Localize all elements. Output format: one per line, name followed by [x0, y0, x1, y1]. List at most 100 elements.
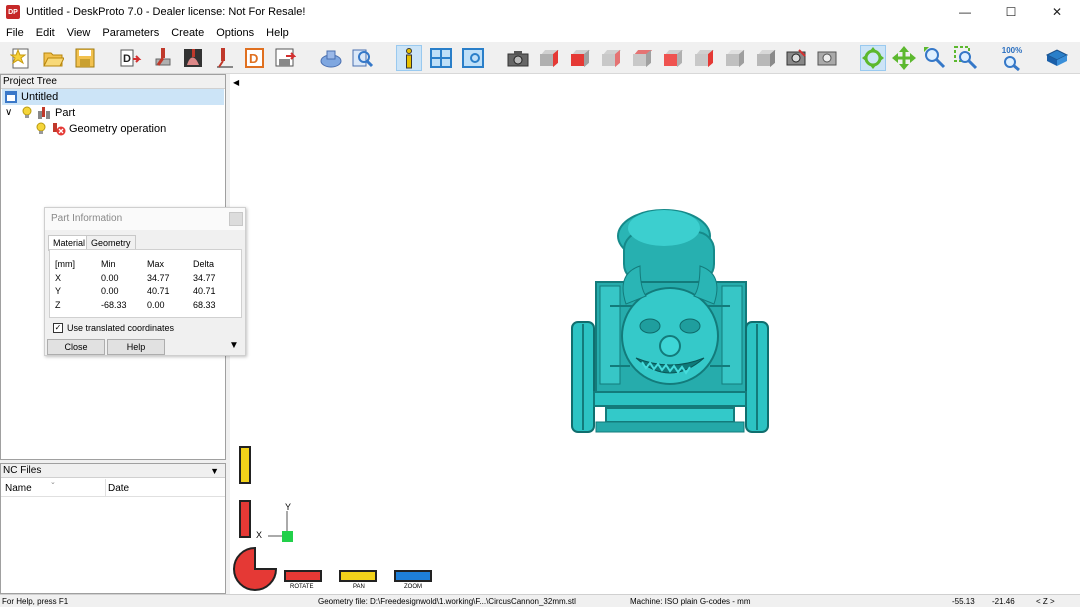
preview-button[interactable] — [350, 45, 376, 71]
layout-icon — [430, 48, 452, 68]
column-divider[interactable] — [105, 479, 106, 497]
tree-item-root[interactable]: Untitled — [2, 89, 224, 105]
menu-create[interactable]: Create — [165, 24, 210, 42]
rotate-mode-label: ROTATE — [290, 584, 314, 590]
pan-mode-button[interactable] — [339, 570, 377, 582]
window-button[interactable] — [460, 45, 486, 71]
open-project-button[interactable] — [40, 45, 66, 71]
view-red-back-button[interactable] — [629, 45, 655, 71]
col-min: Min — [101, 259, 116, 269]
camera-grey-button[interactable] — [815, 45, 841, 71]
status-axis: < Z > — [1036, 597, 1055, 606]
save-nc-button[interactable] — [272, 45, 298, 71]
view-red-top-button[interactable] — [536, 45, 562, 71]
zoom-button[interactable] — [922, 45, 948, 71]
chevron-down-icon[interactable]: ∨ — [5, 105, 17, 121]
col-unit: [mm] — [55, 259, 75, 269]
new-project-button[interactable] — [8, 45, 34, 71]
info-button[interactable] — [396, 45, 422, 71]
svg-text:D: D — [123, 53, 131, 65]
row-y-max: 40.71 — [147, 286, 170, 296]
column-name[interactable]: Name — [5, 483, 32, 494]
cube-view-icon — [756, 49, 777, 68]
view-red-right-button[interactable] — [691, 45, 717, 71]
cube-view-icon — [539, 49, 560, 68]
dialog-close-button[interactable] — [229, 212, 243, 226]
expand-dialog-icon[interactable]: ▼ — [229, 340, 239, 351]
open-project-icon — [43, 52, 64, 67]
rotate-button[interactable] — [860, 45, 886, 71]
rotation-dial[interactable] — [232, 546, 278, 592]
part-information-dialog: Part Information Material Geometry [mm] … — [44, 207, 246, 356]
cannon-model — [571, 209, 769, 433]
open-geometry-button[interactable]: D — [118, 45, 144, 71]
menu-view[interactable]: View — [61, 24, 97, 42]
operation-parameters-button[interactable] — [180, 45, 206, 71]
col-delta: Delta — [193, 259, 215, 269]
cube-view-icon — [632, 49, 653, 68]
bulb-icon[interactable] — [35, 122, 47, 136]
save-nc-icon — [275, 48, 296, 67]
tab-geometry[interactable]: Geometry — [86, 235, 136, 250]
draw-2d-button[interactable]: D — [242, 45, 268, 71]
close-button[interactable]: Close — [47, 339, 105, 355]
status-coord-x: -55.13 — [952, 597, 975, 606]
menu-options[interactable]: Options — [210, 24, 260, 42]
view-red-front-button[interactable] — [567, 45, 593, 71]
save-project-button[interactable] — [72, 45, 98, 71]
view-red-bottom-button[interactable] — [660, 45, 686, 71]
axis-x-label: X — [256, 530, 263, 540]
camera-button[interactable] — [505, 45, 531, 71]
view-red-left-button[interactable] — [598, 45, 624, 71]
3d-viewport[interactable]: ◀ Y X ROTATE PAN ZOOM — [230, 74, 1080, 594]
tree-item-operation-label: Geometry operation — [69, 123, 167, 135]
column-date[interactable]: Date — [108, 483, 129, 494]
cube-view-icon — [570, 49, 591, 68]
zoom-fit-button[interactable] — [784, 45, 810, 71]
menu-edit[interactable]: Edit — [30, 24, 61, 42]
simulation-button[interactable] — [318, 45, 344, 71]
collapse-panel-icon[interactable]: ◀ — [233, 78, 239, 87]
rotate-mode-button[interactable] — [284, 570, 322, 582]
vertical-pan-slider[interactable] — [239, 446, 251, 484]
menu-file[interactable]: File — [0, 24, 30, 42]
bulb-icon[interactable] — [21, 106, 33, 120]
translated-coordinates-checkbox[interactable]: ✓ — [53, 323, 63, 333]
maximize-icon: ☐ — [1005, 5, 1017, 19]
row-y-label: Y — [55, 286, 62, 296]
view-grey-button[interactable] — [753, 45, 779, 71]
pan-button[interactable] — [891, 45, 917, 71]
menu-parameters[interactable]: Parameters — [96, 24, 165, 42]
vertical-rotate-slider[interactable] — [239, 500, 251, 538]
part-parameters-button[interactable] — [150, 45, 176, 71]
toolpath-button[interactable] — [212, 45, 238, 71]
menu-help[interactable]: Help — [260, 24, 295, 42]
save-project-icon — [75, 48, 95, 68]
help-button[interactable]: Help — [107, 339, 165, 355]
close-button[interactable]: ✕ — [1034, 0, 1080, 24]
model-render[interactable] — [570, 206, 770, 438]
tree-item-operation[interactable]: Geometry operation — [35, 121, 166, 137]
nc-files-dropdown-icon[interactable]: ▼ — [210, 464, 219, 478]
zoom-mode-button[interactable] — [394, 570, 432, 582]
open-geometry-icon: D — [120, 49, 142, 67]
tree-item-part[interactable]: ∨ Part — [5, 105, 75, 121]
view-iso-button[interactable] — [722, 45, 748, 71]
row-x-min: 0.00 — [101, 273, 119, 283]
row-x-delta: 34.77 — [193, 273, 216, 283]
maximize-button[interactable]: ☐ — [988, 0, 1034, 24]
nc-files-panel: NC Files ▼ Name ⌄ Date — [0, 463, 226, 594]
minimize-button[interactable]: — — [942, 0, 988, 24]
zoom-window-button[interactable] — [953, 45, 979, 71]
app-logo-icon: DP — [6, 5, 20, 19]
row-z-min: -68.33 — [101, 300, 127, 310]
cube-view-icon — [663, 49, 684, 68]
zoom-100-button[interactable]: 100% — [999, 45, 1025, 71]
manual-button[interactable] — [1044, 45, 1070, 71]
pan-icon — [892, 46, 916, 70]
zoom-100-label: 100% — [1001, 45, 1023, 55]
layout-button[interactable] — [428, 45, 454, 71]
status-help: For Help, press F1 — [2, 597, 69, 606]
zoom-icon — [924, 47, 946, 69]
status-bar: For Help, press F1 Geometry file: D:\Fre… — [0, 594, 1080, 607]
